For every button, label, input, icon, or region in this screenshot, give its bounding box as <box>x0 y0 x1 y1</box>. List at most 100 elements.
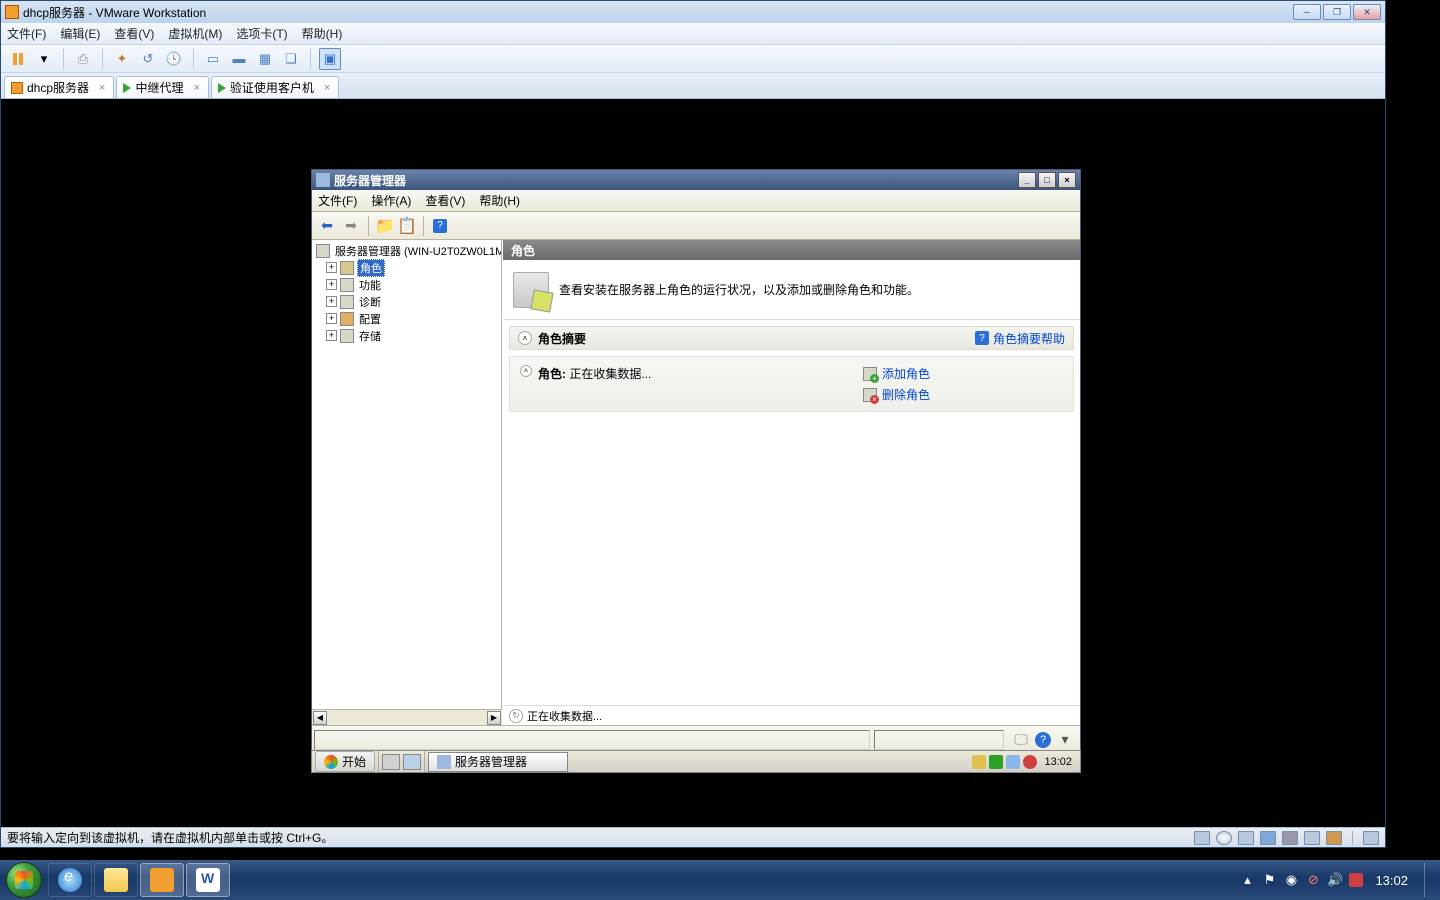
tab-close-icon[interactable]: × <box>99 82 105 94</box>
properties-icon[interactable]: 📋 <box>397 216 417 236</box>
vm-tab-dhcp[interactable]: dhcp服务器 × <box>4 76 114 98</box>
scroll-right-icon[interactable]: ▶ <box>487 711 501 725</box>
guest-display[interactable]: 服务器管理器 _ □ × 文件(F) 操作(A) 查看(V) 帮助(H) ⬅ ➡… <box>1 99 1385 827</box>
minimize-button[interactable]: ─ <box>1293 4 1321 20</box>
device-usb-icon[interactable] <box>1282 831 1298 845</box>
menu-view[interactable]: 查看(V) <box>114 25 154 42</box>
statusbar-monitor-icon[interactable]: 🖵 <box>1012 731 1030 749</box>
tray-flag-icon[interactable] <box>972 755 986 769</box>
tab-close-icon[interactable]: × <box>193 82 199 94</box>
expand-icon[interactable]: + <box>326 279 337 290</box>
tray-volume-icon[interactable]: 🔊 <box>1327 872 1343 888</box>
taskbar-word[interactable] <box>186 863 230 897</box>
srv-maximize-button[interactable]: □ <box>1038 172 1056 188</box>
tray-shield-icon[interactable] <box>989 755 1003 769</box>
tray-expand-icon[interactable]: ▴ <box>1239 872 1255 888</box>
device-cd-icon[interactable] <box>1216 831 1232 845</box>
vm-tab-client[interactable]: 验证使用客户机 × <box>211 76 339 98</box>
guest-clock[interactable]: 13:02 <box>1040 756 1076 768</box>
collapse-icon[interactable]: ˄ <box>518 331 532 345</box>
ql-desktop-icon[interactable] <box>403 754 421 770</box>
menu-vm[interactable]: 虚拟机(M) <box>168 25 222 42</box>
fullscreen-icon[interactable]: ▣ <box>319 48 341 70</box>
host-start-button[interactable] <box>6 862 42 898</box>
nav-back-icon[interactable]: ⬅ <box>316 215 338 237</box>
taskbar-vmware[interactable] <box>140 863 184 897</box>
device-net-icon[interactable] <box>1260 831 1276 845</box>
snapshot-take-icon[interactable]: ✦ <box>111 48 133 70</box>
guest-start-button[interactable]: 开始 <box>315 751 375 772</box>
srv-menu-view[interactable]: 查看(V) <box>425 192 465 209</box>
menu-tabs[interactable]: 选项卡(T) <box>236 25 287 42</box>
help-icon[interactable]: ? <box>430 216 450 236</box>
show-desktop-button[interactable] <box>1424 863 1434 897</box>
srv-menu-file[interactable]: 文件(F) <box>318 192 357 209</box>
srv-menu-action[interactable]: 操作(A) <box>371 192 411 209</box>
statusbar-help-icon[interactable]: ? <box>1034 731 1052 749</box>
quick-launch <box>378 751 425 772</box>
tray-security-icon[interactable] <box>1349 873 1363 887</box>
collapse-icon[interactable]: ˄ <box>520 365 532 377</box>
refresh-icon[interactable]: ↻ <box>509 709 523 723</box>
srv-minimize-button[interactable]: _ <box>1018 172 1036 188</box>
menu-file[interactable]: 文件(F) <box>7 25 46 42</box>
device-display-icon[interactable] <box>1363 831 1379 845</box>
server-tree[interactable]: 服务器管理器 (WIN-U2T0ZW0L1M + 角色 + 功能 <box>312 240 502 709</box>
snapshot-icon[interactable]: ⎙ <box>72 48 94 70</box>
tree-root[interactable]: 服务器管理器 (WIN-U2T0ZW0L1M <box>312 242 501 259</box>
maximize-button[interactable]: ❐ <box>1323 4 1351 20</box>
srv-menu-help[interactable]: 帮助(H) <box>479 192 520 209</box>
view-console-icon[interactable]: ▭ <box>202 48 224 70</box>
menu-help[interactable]: 帮助(H) <box>302 25 343 42</box>
tree-item-features[interactable]: + 功能 <box>312 276 501 293</box>
vm-tab-relay[interactable]: 中继代理 × <box>116 76 208 98</box>
expand-icon[interactable]: + <box>326 330 337 341</box>
pause-button[interactable] <box>7 48 29 70</box>
nav-forward-icon[interactable]: ➡ <box>340 215 362 237</box>
view-multi-icon[interactable]: ❏ <box>280 48 302 70</box>
device-sound-icon[interactable] <box>1326 831 1342 845</box>
summary-bar[interactable]: ˄ 角色摘要 ? 角色摘要帮助 <box>509 326 1074 350</box>
taskbar-task-server-manager[interactable]: 服务器管理器 <box>428 752 568 772</box>
ql-server-icon[interactable] <box>382 754 400 770</box>
device-printer-icon[interactable] <box>1304 831 1320 845</box>
host-clock[interactable]: 13:02 <box>1369 873 1414 888</box>
tree-item-storage[interactable]: + 存储 <box>312 327 501 344</box>
server-titlebar[interactable]: 服务器管理器 _ □ × <box>312 170 1080 190</box>
snapshot-manager-icon[interactable]: 🕓 <box>163 48 185 70</box>
device-floppy-icon[interactable] <box>1238 831 1254 845</box>
scroll-left-icon[interactable]: ◀ <box>313 711 327 725</box>
menu-edit[interactable]: 编辑(E) <box>60 25 100 42</box>
tree-item-diagnostics[interactable]: + 诊断 <box>312 293 501 310</box>
tree-hscrollbar[interactable]: ◀ ▶ <box>312 709 502 725</box>
tree-item-config[interactable]: + 配置 <box>312 310 501 327</box>
taskbar-explorer[interactable] <box>94 863 138 897</box>
expand-icon[interactable]: + <box>326 262 337 273</box>
help-icon: ? <box>975 331 989 345</box>
tray-action-center-icon[interactable]: ⚑ <box>1261 872 1277 888</box>
tray-blocked-icon[interactable]: ⊘ <box>1305 872 1321 888</box>
srv-close-button[interactable]: × <box>1058 172 1076 188</box>
tab-close-icon[interactable]: × <box>324 82 330 94</box>
play-icon <box>218 83 226 93</box>
tray-network-icon[interactable] <box>1006 755 1020 769</box>
delete-role-link[interactable]: 删除角色 <box>863 386 1063 403</box>
taskbar-ie[interactable] <box>48 863 92 897</box>
help-link-label: 角色摘要帮助 <box>993 330 1065 347</box>
device-hdd-icon[interactable] <box>1194 831 1210 845</box>
view-thumb-icon[interactable]: ▦ <box>254 48 276 70</box>
close-button[interactable]: ✕ <box>1353 4 1381 20</box>
expand-icon[interactable]: + <box>326 296 337 307</box>
statusbar-dropdown-icon[interactable]: ▾ <box>1056 731 1074 749</box>
view-unity-icon[interactable]: ▬ <box>228 48 250 70</box>
tree-item-roles[interactable]: + 角色 <box>312 259 501 276</box>
expand-icon[interactable]: + <box>326 313 337 324</box>
dropdown-icon[interactable]: ▾ <box>33 48 55 70</box>
snapshot-revert-icon[interactable]: ↺ <box>137 48 159 70</box>
tray-media-icon[interactable]: ◉ <box>1283 872 1299 888</box>
up-folder-icon[interactable]: 📁 <box>375 216 395 236</box>
summary-help-link[interactable]: ? 角色摘要帮助 <box>975 330 1065 347</box>
add-role-link[interactable]: 添加角色 <box>863 365 1063 382</box>
tray-volume-icon[interactable] <box>1023 755 1037 769</box>
vmware-titlebar[interactable]: dhcp服务器 - VMware Workstation ─ ❐ ✕ <box>1 1 1385 23</box>
